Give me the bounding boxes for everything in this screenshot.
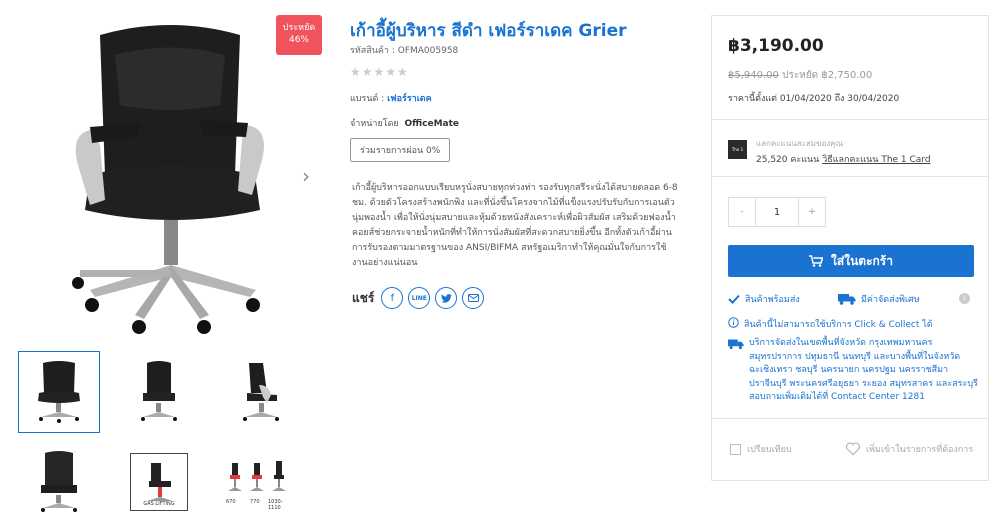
thumbnail-6[interactable]: 670 770 1030-1110	[218, 441, 300, 523]
seller-name: OfficeMate	[404, 119, 459, 129]
brand-link[interactable]: เฟอร์ราเดค	[387, 94, 432, 104]
product-title: เก้าอี้ผู้บริหาร สีดำ เฟอร์ราเดค Grier	[350, 21, 627, 41]
delivery-area-info: บริการจัดส่งในเขตพื้นที่จังหวัด กรุงเทพม…	[728, 337, 978, 405]
the1-card-logo-icon: The 1	[728, 140, 747, 159]
info-circle-icon	[728, 317, 739, 328]
brand-label: แบรนด์ :	[350, 94, 385, 104]
product-description: เก้าอี้ผู้บริหารออกแบบเรียบหรูนั่งสบายทุ…	[352, 181, 682, 271]
delivery-truck-icon	[838, 294, 856, 305]
divider	[712, 176, 988, 177]
points-value: 25,520 คะแนน	[756, 155, 820, 165]
heart-icon	[845, 442, 861, 456]
chair-angle-thumbnail-icon	[243, 363, 279, 421]
save-amount: ฿2,750.00	[821, 70, 873, 81]
delivery-fee-label: มีค่าจัดส่งพิเศษ	[861, 295, 920, 305]
gas-lifting-frame: GAS LIFTING	[130, 453, 188, 511]
quantity-stepper: - 1 +	[728, 197, 826, 227]
old-price-line: ฿5,940.00 ประหยัด ฿2,750.00	[728, 68, 872, 83]
email-icon[interactable]	[462, 287, 485, 309]
thumbnail-5[interactable]: GAS LIFTING	[118, 441, 200, 523]
quantity-input[interactable]: 1	[755, 198, 799, 226]
cart-icon	[809, 255, 824, 267]
redeem-points-link[interactable]: วิธีแลกคะแนน The 1 Card	[822, 155, 930, 165]
thumbnail-1[interactable]	[18, 351, 100, 433]
gas-lifting-label: GAS LIFTING	[143, 501, 175, 507]
gas-lifting-icon	[147, 463, 173, 501]
save-label: ประหยัด	[782, 70, 819, 81]
description-text: เก้าอี้ผู้บริหารออกแบบเรียบหรูนั่งสบายทุ…	[352, 183, 678, 268]
rating-stars-icon[interactable]: ★★★★★	[350, 65, 690, 79]
dimension-label: 770	[250, 499, 260, 505]
dimensions-graphic: 670 770 1030-1110	[224, 457, 294, 511]
price-period: ราคานี้ตั้งแต่ 01/04/2020 ถึง 30/04/2020	[728, 94, 900, 104]
click-collect-text: สินค้านี้ไม่สามารถใช้บริการ Click & Coll…	[744, 320, 933, 330]
wishlist-label: เพิ่มเข้าในรายการที่ต้องการ	[866, 445, 974, 455]
dimension-chairs-icon	[228, 461, 286, 491]
product-info: เก้าอี้ผู้บริหาร สีดำ เฟอร์ราเดค Grier ร…	[350, 20, 690, 162]
old-price: ฿5,940.00	[728, 70, 779, 81]
info-icon[interactable]: i	[959, 293, 970, 304]
share-bar: แชร์ f LINE	[352, 287, 485, 309]
points-row: 25,520 คะแนน วิธีแลกคะแนน The 1 Card	[756, 152, 931, 166]
dimension-label: 670	[226, 499, 236, 505]
discount-badge-label: ประหยัด	[282, 23, 316, 33]
installment-button[interactable]: ร่วมรายการผ่อน 0%	[350, 138, 451, 162]
line-icon[interactable]: LINE	[408, 287, 431, 309]
thumbnail-4[interactable]	[18, 441, 100, 523]
thumbnail-3[interactable]	[218, 351, 300, 433]
delivery-area-text: บริการจัดส่งในเขตพื้นที่จังหวัด กรุงเทพม…	[749, 338, 978, 402]
divider	[712, 418, 988, 419]
compare-checkbox[interactable]: เปรียบเทียบ	[730, 442, 792, 456]
quantity-decrease-button[interactable]: -	[729, 198, 755, 226]
share-label: แชร์	[352, 290, 375, 305]
chair-front-thumbnail-icon	[38, 361, 80, 423]
quantity-increase-button[interactable]: +	[799, 198, 825, 226]
add-to-cart-button[interactable]: ใส่ในตะกร้า	[728, 245, 974, 277]
dimension-label: 1030-1110	[268, 499, 283, 511]
current-price: ฿3,190.00	[728, 36, 824, 56]
purchase-panel: ฿3,190.00 ฿5,940.00 ประหยัด ฿2,750.00 รา…	[711, 15, 989, 481]
click-collect-notice: สินค้านี้ไม่สามารถใช้บริการ Click & Coll…	[728, 317, 978, 331]
seller-label: จำหน่ายโดย	[350, 119, 399, 129]
chair-back-thumbnail-icon	[41, 451, 77, 512]
in-stock-label: สินค้าพร้อมส่ง	[745, 295, 800, 305]
checkmark-icon	[728, 294, 740, 304]
discount-badge: ประหยัด 46%	[276, 15, 322, 55]
twitter-icon[interactable]	[435, 287, 458, 309]
main-product-image[interactable]	[20, 15, 320, 345]
add-to-wishlist-button[interactable]: เพิ่มเข้าในรายการที่ต้องการ	[845, 442, 973, 456]
add-to-cart-label: ใส่ในตะกร้า	[831, 253, 893, 268]
checkbox-icon[interactable]	[730, 443, 741, 455]
divider	[712, 119, 988, 120]
discount-badge-percent: 46%	[288, 35, 309, 45]
product-sku: รหัสสินค้า : OFMA005958	[350, 46, 459, 56]
delivery-fee-status: มีค่าจัดส่งพิเศษ	[838, 292, 920, 306]
points-label: แลกคะแนนสะสมของคุณ	[756, 139, 843, 148]
product-page: ประหยัด 46% › GAS LIFTING 670 770 1030-1…	[0, 0, 1000, 524]
facebook-icon[interactable]: f	[381, 287, 404, 309]
chair-side-thumbnail-icon	[141, 361, 177, 421]
thumbnail-2[interactable]	[118, 351, 200, 433]
compare-label: เปรียบเทียบ	[747, 445, 792, 455]
in-stock-status: สินค้าพร้อมส่ง	[728, 292, 800, 306]
brand-row: แบรนด์ : เฟอร์ราเดค	[350, 91, 690, 105]
next-image-arrow-icon[interactable]: ›	[302, 166, 318, 186]
seller-row: จำหน่ายโดย OfficeMate	[350, 116, 690, 130]
delivery-truck-icon	[728, 339, 744, 350]
